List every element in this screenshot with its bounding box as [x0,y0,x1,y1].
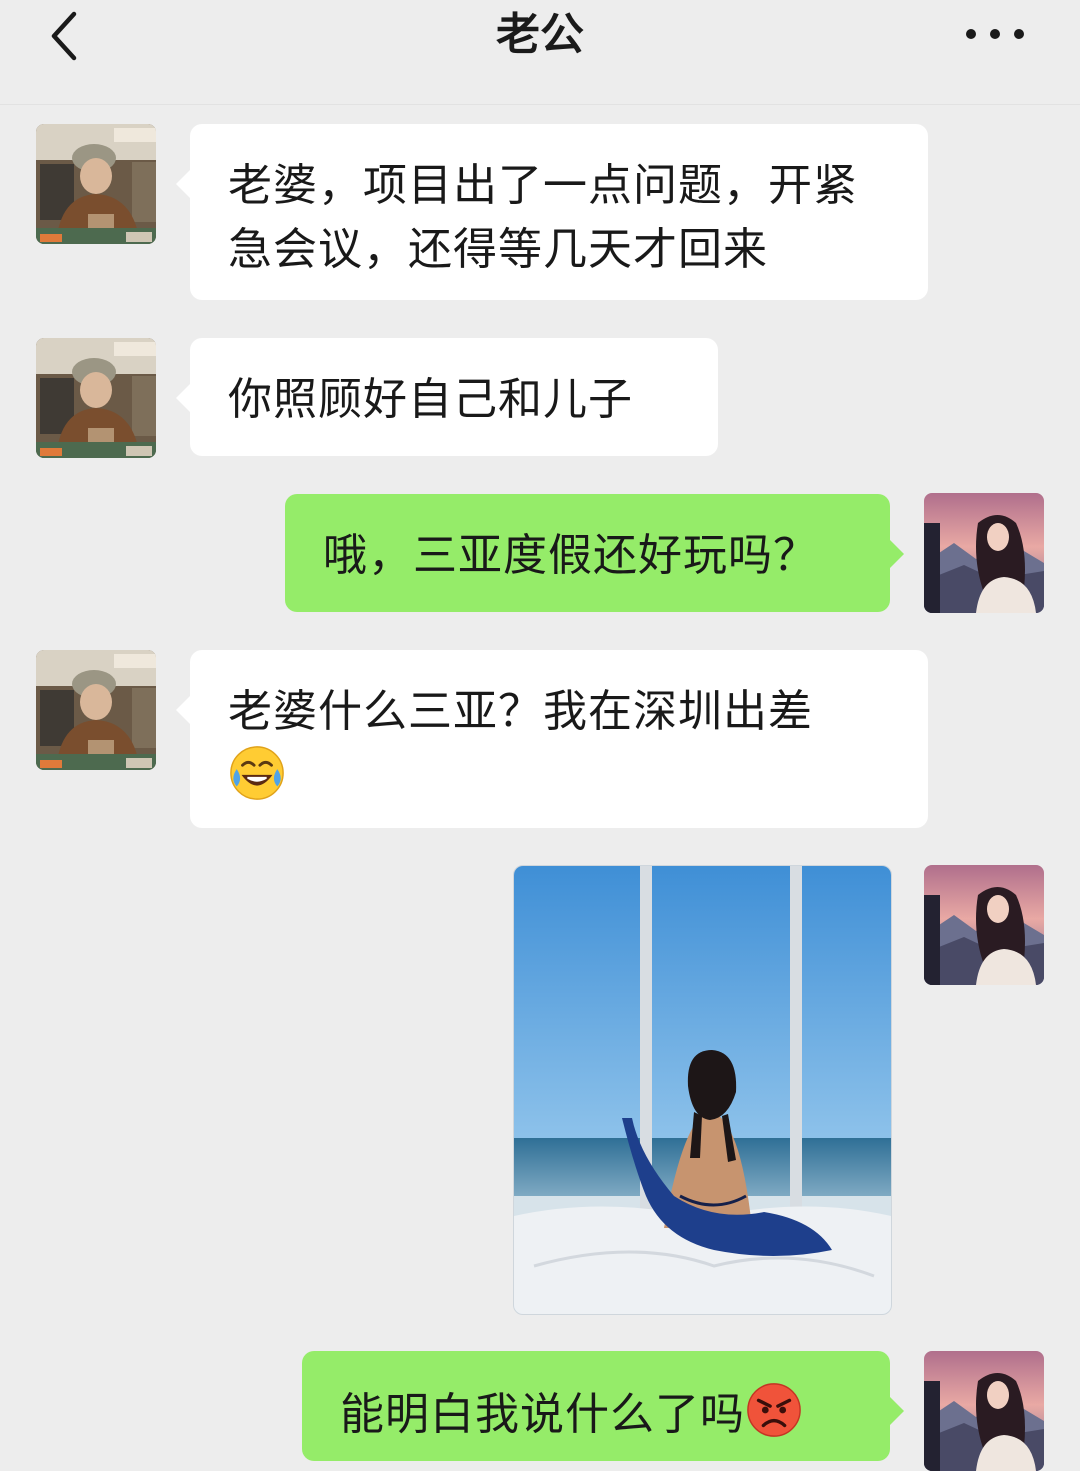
user-avatar[interactable] [924,1351,1044,1471]
contact-avatar[interactable] [36,338,156,458]
contact-avatar[interactable] [36,124,156,244]
message-text: 能明白我说什么了吗 [340,1389,745,1440]
more-dots-icon [966,29,1024,39]
message-bubble-incoming[interactable]: 老婆什么三亚？我在深圳出差 [176,650,928,828]
message-bubble-incoming[interactable]: 老婆，项目出了一点问题，开紧急会议，还得等几天才回来 [176,124,928,300]
user-avatar[interactable] [924,865,1044,985]
user-avatar[interactable] [924,493,1044,613]
more-options-button[interactable] [960,16,1030,52]
angry-face-emoji-icon [745,1381,803,1439]
contact-avatar[interactable] [36,650,156,770]
image-message[interactable] [513,865,892,1315]
chat-header: 老公 [0,0,1080,105]
message-bubble-outgoing[interactable]: 哦，三亚度假还好玩吗？ [285,494,904,612]
chat-title: 老公 [496,9,584,60]
message-bubble-incoming[interactable]: 你照顾好自己和儿子 [176,338,718,456]
message-text: 老婆什么三亚？我在深圳出差 [228,686,813,737]
message-bubble-outgoing[interactable]: 能明白我说什么了吗 [302,1351,904,1461]
tears-of-joy-emoji-icon [228,744,286,802]
woman-at-seaside-window-photo [514,866,891,1314]
